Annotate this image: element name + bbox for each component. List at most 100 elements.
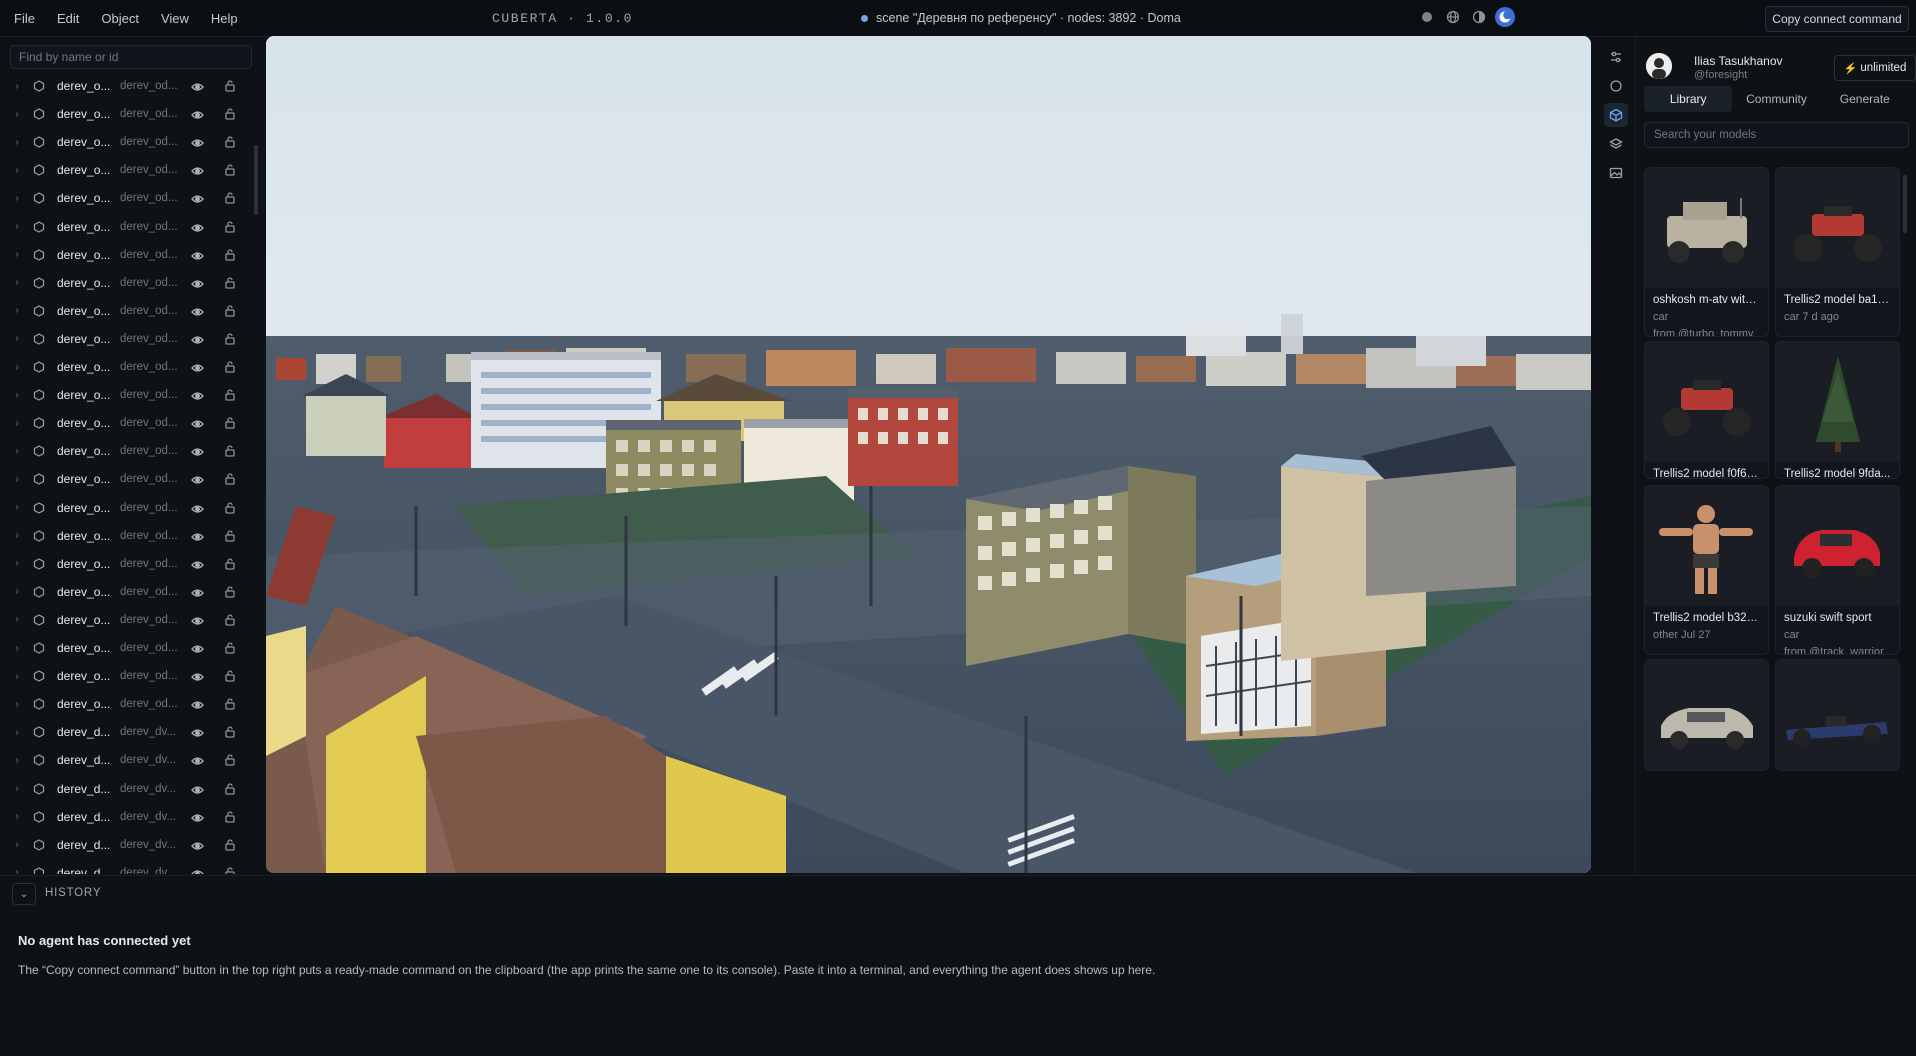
lock-icon[interactable] [224,304,236,320]
eye-icon[interactable] [191,727,204,741]
tree-row[interactable]: › derev_o... derev_od... [0,465,250,493]
eye-icon[interactable] [191,334,204,348]
eye-icon[interactable] [191,193,204,207]
menu-help[interactable]: Help [211,11,238,26]
search-models-input[interactable]: Search your models [1644,122,1909,148]
lock-icon[interactable] [224,276,236,292]
lock-icon[interactable] [224,163,236,179]
eye-icon[interactable] [191,278,204,292]
library-scrollbar[interactable] [1903,175,1907,233]
tree-row[interactable]: › derev_o... derev_od... [0,100,250,128]
lock-icon[interactable] [224,135,236,151]
chevron-right-icon[interactable]: › [12,362,22,373]
lock-icon[interactable] [224,697,236,713]
chevron-right-icon[interactable]: › [12,305,22,316]
eye-icon[interactable] [191,699,204,713]
eye-icon[interactable] [191,671,204,685]
eye-icon[interactable] [191,250,204,264]
model-card[interactable]: suzuki swift sport car from @track_warrior… [1775,485,1900,655]
lock-icon[interactable] [224,782,236,798]
eye-icon[interactable] [191,615,204,629]
tree-row[interactable]: › derev_d... derev_dv... [0,746,250,774]
eye-icon[interactable] [191,390,204,404]
tree-row[interactable]: › derev_o... derev_od... [0,184,250,212]
model-card[interactable]: Trellis2 model ba1af... car 7 d ago [1775,167,1900,337]
layers-icon[interactable] [1604,132,1628,156]
chevron-right-icon[interactable]: › [12,333,22,344]
tree-row[interactable]: › derev_d... derev_dv... [0,859,250,874]
eye-icon[interactable] [191,81,204,95]
sliders-icon[interactable] [1604,45,1628,69]
tree-row[interactable]: › derev_o... derev_od... [0,156,250,184]
3d-viewport[interactable] [266,36,1591,873]
cube-icon[interactable] [1604,103,1628,127]
chevron-right-icon[interactable]: › [12,390,22,401]
tree-row[interactable]: › derev_o... derev_od... [0,522,250,550]
model-card[interactable]: Trellis2 model f0f64...car 7 d ago [1644,341,1769,479]
tree-row[interactable]: › derev_o... derev_od... [0,381,250,409]
chevron-right-icon[interactable]: › [12,474,22,485]
lock-icon[interactable] [224,332,236,348]
lock-icon[interactable] [224,557,236,573]
tree-row[interactable]: › derev_o... derev_od... [0,128,250,156]
model-card[interactable]: Trellis2 model 9fda...other 16 d ago [1775,341,1900,479]
chevron-right-icon[interactable]: › [12,530,22,541]
eye-icon[interactable] [191,643,204,657]
chevron-right-icon[interactable]: › [12,277,22,288]
lock-icon[interactable] [224,613,236,629]
chevron-right-icon[interactable]: › [12,193,22,204]
chevron-right-icon[interactable]: › [12,418,22,429]
tree-row[interactable]: › derev_o... derev_od... [0,578,250,606]
eye-icon[interactable] [191,868,204,874]
tree-row[interactable]: › derev_o... derev_od... [0,437,250,465]
half-circle-icon[interactable] [1469,7,1489,27]
eye-icon[interactable] [191,362,204,376]
eye-icon[interactable] [191,446,204,460]
eye-icon[interactable] [191,755,204,769]
circle-icon[interactable] [1417,7,1437,27]
tree-row[interactable]: › derev_o... derev_od... [0,297,250,325]
tree-row[interactable]: › derev_o... derev_od... [0,550,250,578]
lock-icon[interactable] [224,191,236,207]
lock-icon[interactable] [224,641,236,657]
chevron-right-icon[interactable]: › [12,502,22,513]
menu-object[interactable]: Object [101,11,139,26]
lock-icon[interactable] [224,810,236,826]
chevron-right-icon[interactable]: › [12,783,22,794]
eye-icon[interactable] [191,784,204,798]
chevron-right-icon[interactable]: › [12,558,22,569]
tab-generate[interactable]: Generate [1821,86,1909,112]
lock-icon[interactable] [224,866,236,874]
chevron-right-icon[interactable]: › [12,811,22,822]
tab-library[interactable]: Library [1644,86,1733,112]
tree-row[interactable]: › derev_d... derev_dv... [0,803,250,831]
tree-row[interactable]: › derev_d... derev_dv... [0,718,250,746]
eye-icon[interactable] [191,587,204,601]
lock-icon[interactable] [224,529,236,545]
eye-icon[interactable] [191,222,204,236]
globe-icon[interactable] [1443,7,1463,27]
menu-file[interactable]: File [14,11,35,26]
menu-view[interactable]: View [161,11,189,26]
eye-icon[interactable] [191,109,204,123]
chevron-right-icon[interactable]: › [12,614,22,625]
chevron-right-icon[interactable]: › [12,586,22,597]
lock-icon[interactable] [224,360,236,376]
copy-connect-command-button[interactable]: Copy connect command [1765,6,1909,32]
tree-row[interactable]: › derev_o... derev_od... [0,409,250,437]
chevron-right-icon[interactable]: › [12,109,22,120]
lock-icon[interactable] [224,388,236,404]
lock-icon[interactable] [224,444,236,460]
lock-icon[interactable] [224,838,236,854]
eye-icon[interactable] [191,531,204,545]
lock-icon[interactable] [224,107,236,123]
menu-edit[interactable]: Edit [57,11,79,26]
eye-icon[interactable] [191,812,204,826]
chevron-right-icon[interactable]: › [12,137,22,148]
tree-row[interactable]: › derev_o... derev_od... [0,241,250,269]
moon-icon[interactable] [1495,7,1515,27]
lock-icon[interactable] [224,416,236,432]
eye-icon[interactable] [191,418,204,432]
chevron-right-icon[interactable]: › [12,839,22,850]
eye-icon[interactable] [191,559,204,573]
